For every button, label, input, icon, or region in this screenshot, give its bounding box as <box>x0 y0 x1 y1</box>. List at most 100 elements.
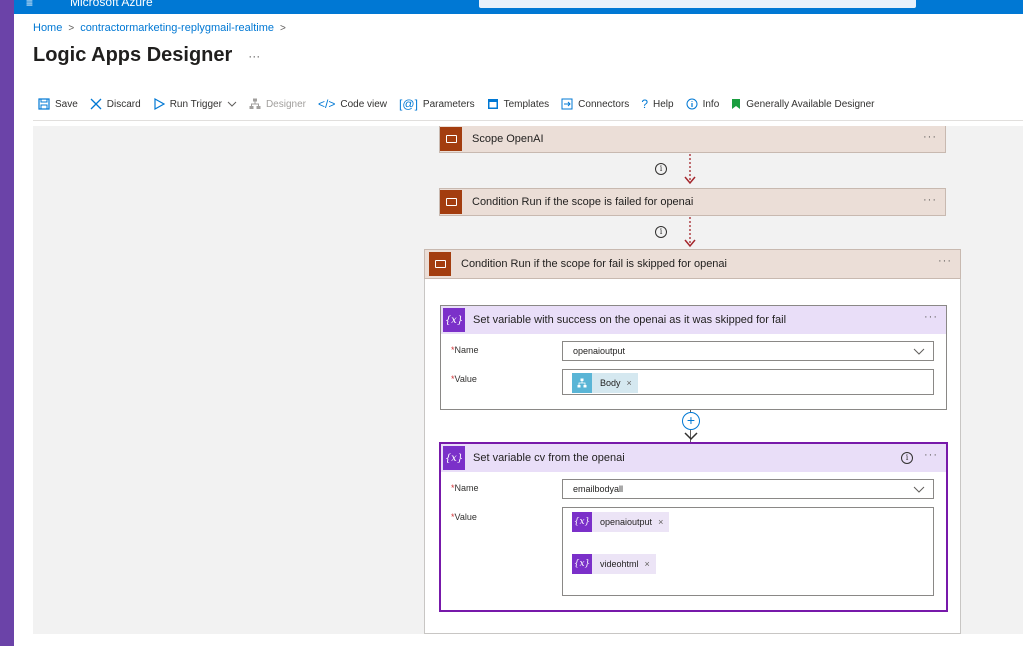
hierarchy-icon <box>572 373 592 393</box>
connectors-button[interactable]: Connectors <box>561 98 629 110</box>
info-label: Info <box>702 98 720 110</box>
close-icon <box>90 98 102 110</box>
help-label: Help <box>653 98 674 110</box>
azure-top-bar: ≡ Microsoft Azure <box>14 0 1023 14</box>
openaioutput-token[interactable]: {x} openaioutput × <box>572 512 670 532</box>
code-view-label: Code view <box>340 98 388 110</box>
condition-failed-title: Condition Run if the scope is failed for… <box>472 196 694 208</box>
chevron-down-icon <box>227 101 237 107</box>
connectors-icon <box>561 98 573 110</box>
connectors-label: Connectors <box>578 98 630 110</box>
set-variable-success-title: Set variable with success on the openai … <box>473 314 787 326</box>
more-options-icon[interactable]: ··· <box>248 49 260 63</box>
save-icon <box>38 98 50 110</box>
set-variable-success-card[interactable]: {x} Set variable with success on the ope… <box>440 305 947 410</box>
breadcrumb-separator: > <box>279 22 286 34</box>
portal-left-rail <box>0 0 14 646</box>
name-label: *Name <box>451 345 479 355</box>
parameters-icon: [@] <box>399 97 418 111</box>
run-after-arrow-icon <box>684 154 696 185</box>
scope-icon <box>440 127 462 151</box>
scope-openai-title: Scope OpenAI <box>472 133 544 145</box>
more-options-icon[interactable]: ··· <box>924 449 938 461</box>
remove-token-icon[interactable]: × <box>658 517 663 527</box>
set-variable-cv-header[interactable]: {x} Set variable cv from the openai i ··… <box>441 444 946 472</box>
bookmark-icon <box>732 99 741 109</box>
play-icon <box>154 98 165 110</box>
value-label: *Value <box>451 374 477 384</box>
condition-skipped-card[interactable]: Condition Run if the scope for fail is s… <box>424 249 961 279</box>
value-input[interactable]: {x} openaioutput × {x} videohtml × <box>562 507 934 596</box>
variable-icon: {x} <box>443 446 465 470</box>
parameters-label: Parameters <box>422 98 475 110</box>
run-after-arrow-icon <box>684 217 696 248</box>
breadcrumb-logic-app[interactable]: contractormarketing-replygmail-realtime <box>80 22 274 34</box>
designer-canvas[interactable]: Scope OpenAI ··· i Condition Run if the … <box>33 126 1023 634</box>
body-token[interactable]: Body × <box>572 373 638 393</box>
more-options-icon[interactable]: ··· <box>924 311 938 323</box>
designer-icon <box>249 98 261 109</box>
templates-label: Templates <box>503 98 550 110</box>
help-icon: ? <box>641 97 648 111</box>
discard-label: Discard <box>106 98 141 110</box>
condition-failed-card[interactable]: Condition Run if the scope is failed for… <box>439 188 946 216</box>
run-trigger-label: Run Trigger <box>169 98 222 110</box>
info-icon[interactable]: i <box>901 452 913 464</box>
more-options-icon[interactable]: ··· <box>923 131 937 143</box>
set-variable-cv-title: Set variable cv from the openai <box>473 452 625 464</box>
brand-name[interactable]: Microsoft Azure <box>70 0 153 9</box>
remove-token-icon[interactable]: × <box>627 378 632 388</box>
global-search-input[interactable] <box>479 0 916 8</box>
breadcrumb-home[interactable]: Home <box>33 22 62 34</box>
save-label: Save <box>55 98 78 110</box>
openaioutput-token-label: openaioutput <box>600 517 653 527</box>
code-view-button[interactable]: </> Code view <box>318 98 387 110</box>
code-icon: </> <box>317 97 336 111</box>
value-label: *Value <box>451 512 477 522</box>
info-icon <box>686 98 698 110</box>
condition-skipped-title: Condition Run if the scope for fail is s… <box>461 258 727 270</box>
hamburger-icon[interactable]: ≡ <box>26 0 33 10</box>
help-button[interactable]: ? Help <box>641 98 673 110</box>
chevron-down-icon <box>913 348 925 355</box>
condition-skipped-container: Condition Run if the scope for fail is s… <box>424 249 961 634</box>
insert-step-button[interactable]: + <box>682 412 700 430</box>
designer-label: Designer <box>265 98 306 110</box>
page-title-text: Logic Apps Designer <box>33 44 233 66</box>
condition-icon <box>440 190 462 214</box>
value-input[interactable]: Body × <box>562 369 934 395</box>
videohtml-token-label: videohtml <box>600 559 639 569</box>
more-options-icon[interactable]: ··· <box>923 194 937 206</box>
discard-button[interactable]: Discard <box>90 98 141 110</box>
more-options-icon[interactable]: ··· <box>938 255 952 267</box>
breadcrumb-separator: > <box>68 22 75 34</box>
remove-token-icon[interactable]: × <box>645 559 650 569</box>
run-trigger-button[interactable]: Run Trigger <box>153 98 237 110</box>
templates-button[interactable]: Templates <box>487 98 550 110</box>
info-button[interactable]: Info <box>686 98 720 110</box>
scope-openai-card[interactable]: Scope OpenAI ··· <box>439 126 946 153</box>
set-variable-success-header[interactable]: {x} Set variable with success on the ope… <box>441 306 946 334</box>
ga-designer-label: Generally Available Designer <box>746 98 875 110</box>
chevron-down-icon <box>913 486 925 493</box>
info-icon[interactable]: i <box>655 226 667 238</box>
variable-icon: {x} <box>443 308 465 332</box>
set-variable-cv-card[interactable]: {x} Set variable cv from the openai i ··… <box>439 442 948 612</box>
designer-toolbar: Save Discard Run Trigger Designer </> Co… <box>38 98 887 110</box>
info-icon[interactable]: i <box>655 163 667 175</box>
arrow-down-icon <box>684 432 698 441</box>
save-button[interactable]: Save <box>38 98 78 110</box>
ga-designer-button[interactable]: Generally Available Designer <box>731 98 875 110</box>
toolbar-divider <box>33 120 1023 121</box>
name-select-value: emailbodyall <box>573 484 624 494</box>
variable-icon: {x} <box>572 554 592 574</box>
parameters-button[interactable]: [@] Parameters <box>399 98 475 110</box>
name-select-value: openaioutput <box>573 346 626 356</box>
name-select[interactable]: openaioutput <box>562 341 934 361</box>
name-label: *Name <box>451 483 479 493</box>
designer-button[interactable]: Designer <box>249 98 306 110</box>
videohtml-token[interactable]: {x} videohtml × <box>572 554 656 574</box>
name-select[interactable]: emailbodyall <box>562 479 934 499</box>
condition-icon <box>429 252 451 276</box>
breadcrumb: Home > contractormarketing-replygmail-re… <box>33 22 286 34</box>
